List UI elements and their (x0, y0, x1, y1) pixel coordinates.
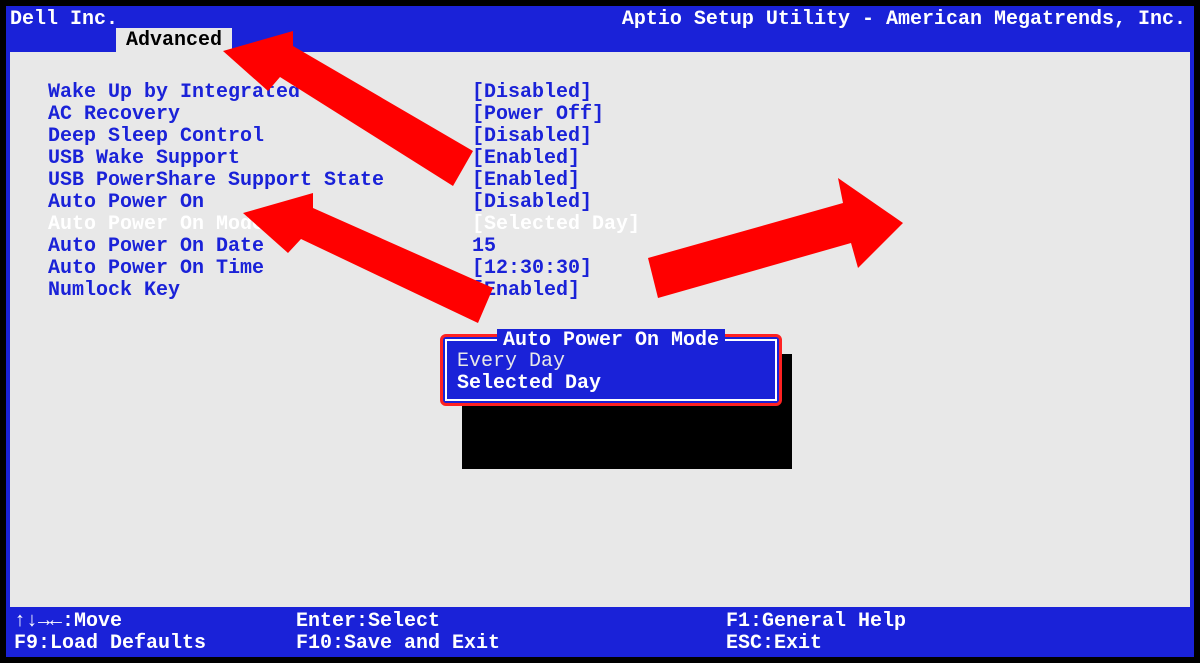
hint-load-defaults: F9:Load Defaults (14, 633, 206, 655)
setting-row[interactable]: USB Wake Support[Enabled] (12, 148, 1188, 170)
setting-label: AC Recovery (12, 104, 472, 126)
popup-auto-power-on-mode: Auto Power On Mode Every DaySelected Day (440, 334, 782, 406)
popup-option[interactable]: Selected Day (447, 373, 775, 395)
hint-help: F1:General Help (726, 611, 906, 633)
tab-advanced[interactable]: Advanced (116, 28, 232, 52)
setting-value: [Enabled] (472, 148, 580, 170)
hint-exit: ESC:Exit (726, 633, 822, 655)
setting-row[interactable]: Auto Power On Time[12:30:30] (12, 258, 1188, 280)
footer-bar: ↑↓→←:Move F9:Load Defaults Enter:Select … (6, 611, 1194, 657)
header-bar: Dell Inc. Aptio Setup Utility - American… (6, 6, 1194, 52)
setting-row[interactable]: Numlock Key[Enabled] (12, 280, 1188, 302)
settings-panel: Wake Up by Integrated LAN[Disabled]AC Re… (10, 52, 1190, 607)
setting-value: [Power Off] (472, 104, 604, 126)
setting-label: Wake Up by Integrated LAN (12, 82, 472, 104)
popup-inner: Auto Power On Mode Every DaySelected Day (445, 339, 777, 401)
bios-screen: Dell Inc. Aptio Setup Utility - American… (6, 6, 1194, 657)
popup-title-text: Auto Power On Mode (497, 329, 725, 352)
popup-option[interactable]: Every Day (447, 351, 775, 373)
setting-label: USB PowerShare Support State (12, 170, 472, 192)
setting-row[interactable]: Auto Power On[Disabled] (12, 192, 1188, 214)
popup-title: Auto Power On Mode (447, 329, 775, 339)
setting-label: Auto Power On Date (12, 236, 472, 258)
setting-value: [Enabled] (472, 170, 580, 192)
setting-row[interactable]: Deep Sleep Control[Disabled] (12, 126, 1188, 148)
setting-label: Deep Sleep Control (12, 126, 472, 148)
setting-row[interactable]: Auto Power On Mode[Selected Day] (12, 214, 1188, 236)
utility-label: Aptio Setup Utility - American Megatrend… (622, 8, 1186, 31)
setting-label: Auto Power On Time (12, 258, 472, 280)
hint-select: Enter:Select (296, 611, 440, 633)
setting-label: USB Wake Support (12, 148, 472, 170)
setting-row[interactable]: Auto Power On Date15 (12, 236, 1188, 258)
setting-label: Auto Power On Mode (12, 214, 472, 236)
setting-label: Numlock Key (12, 280, 472, 302)
setting-row[interactable]: USB PowerShare Support State[Enabled] (12, 170, 1188, 192)
hint-move: ↑↓→←:Move (14, 611, 122, 633)
setting-label: Auto Power On (12, 192, 472, 214)
setting-row[interactable]: Wake Up by Integrated LAN[Disabled] (12, 82, 1188, 104)
setting-value: [Disabled] (472, 126, 592, 148)
setting-value: [Disabled] (472, 82, 592, 104)
setting-value: [Selected Day] (472, 214, 640, 236)
setting-value: 15 (472, 236, 496, 258)
setting-value: [Disabled] (472, 192, 592, 214)
setting-value: [Enabled] (472, 280, 580, 302)
hint-save-exit: F10:Save and Exit (296, 633, 500, 655)
setting-value: [12:30:30] (472, 258, 592, 280)
vendor-label: Dell Inc. (10, 8, 118, 31)
setting-row[interactable]: AC Recovery[Power Off] (12, 104, 1188, 126)
